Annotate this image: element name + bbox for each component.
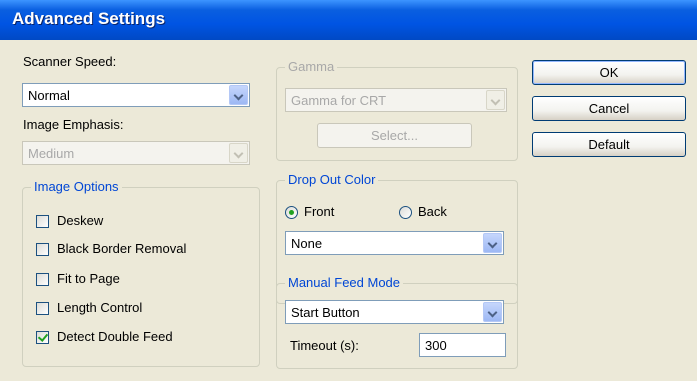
title-bar[interactable]: Advanced Settings: [0, 0, 697, 40]
black-border-removal-label: Black Border Removal: [57, 241, 187, 256]
chevron-down-icon[interactable]: [483, 233, 502, 253]
back-radio[interactable]: [399, 206, 412, 219]
image-emphasis-select[interactable]: Medium: [22, 141, 250, 165]
cancel-button[interactable]: Cancel: [532, 96, 686, 121]
gamma-legend: Gamma: [285, 59, 338, 74]
manual-feed-mode-value: Start Button: [291, 305, 360, 320]
gamma-value: Gamma for CRT: [291, 93, 387, 108]
default-button-label: Default: [588, 137, 630, 152]
dialog-body: Scanner Speed: Normal Image Emphasis: Me…: [0, 40, 697, 381]
length-control-checkbox[interactable]: [36, 302, 49, 315]
drop-out-color-value: None: [291, 236, 323, 251]
chevron-down-icon[interactable]: [486, 90, 505, 110]
detect-double-feed-checkbox[interactable]: [36, 331, 49, 344]
image-emphasis-value: Medium: [28, 146, 75, 161]
gamma-select-button[interactable]: Select...: [317, 123, 472, 148]
image-emphasis-label: Image Emphasis:: [23, 117, 124, 132]
gamma-select-button-label: Select...: [371, 128, 418, 143]
black-border-removal-checkbox[interactable]: [36, 243, 49, 256]
chevron-down-icon[interactable]: [483, 302, 502, 322]
detect-double-feed-label: Detect Double Feed: [57, 329, 173, 344]
timeout-label: Timeout (s):: [290, 338, 359, 353]
chevron-down-icon[interactable]: [229, 85, 248, 105]
front-label: Front: [304, 204, 335, 219]
cancel-button-label: Cancel: [588, 101, 630, 116]
deskew-label: Deskew: [57, 213, 104, 228]
ok-button[interactable]: OK: [532, 60, 686, 85]
scanner-speed-label: Scanner Speed:: [23, 54, 117, 69]
drop-out-color-legend: Drop Out Color: [285, 172, 379, 187]
gamma-select[interactable]: Gamma for CRT: [285, 88, 507, 112]
length-control-label: Length Control: [57, 300, 143, 315]
ok-button-label: OK: [599, 65, 619, 80]
chevron-down-icon[interactable]: [229, 143, 248, 163]
scanner-speed-select[interactable]: Normal: [22, 83, 250, 107]
window-title: Advanced Settings: [12, 9, 166, 28]
timeout-input[interactable]: 300: [419, 333, 506, 357]
front-radio[interactable]: [285, 206, 298, 219]
scanner-speed-value: Normal: [28, 88, 70, 103]
deskew-checkbox[interactable]: [36, 215, 49, 228]
fit-to-page-label: Fit to Page: [57, 271, 120, 286]
image-options-legend: Image Options: [31, 179, 122, 194]
default-button[interactable]: Default: [532, 132, 686, 157]
fit-to-page-checkbox[interactable]: [36, 273, 49, 286]
manual-feed-mode-select[interactable]: Start Button: [285, 300, 504, 324]
manual-feed-mode-legend: Manual Feed Mode: [285, 275, 404, 290]
back-label: Back: [418, 204, 447, 219]
drop-out-color-select[interactable]: None: [285, 231, 504, 255]
timeout-value: 300: [425, 338, 447, 353]
